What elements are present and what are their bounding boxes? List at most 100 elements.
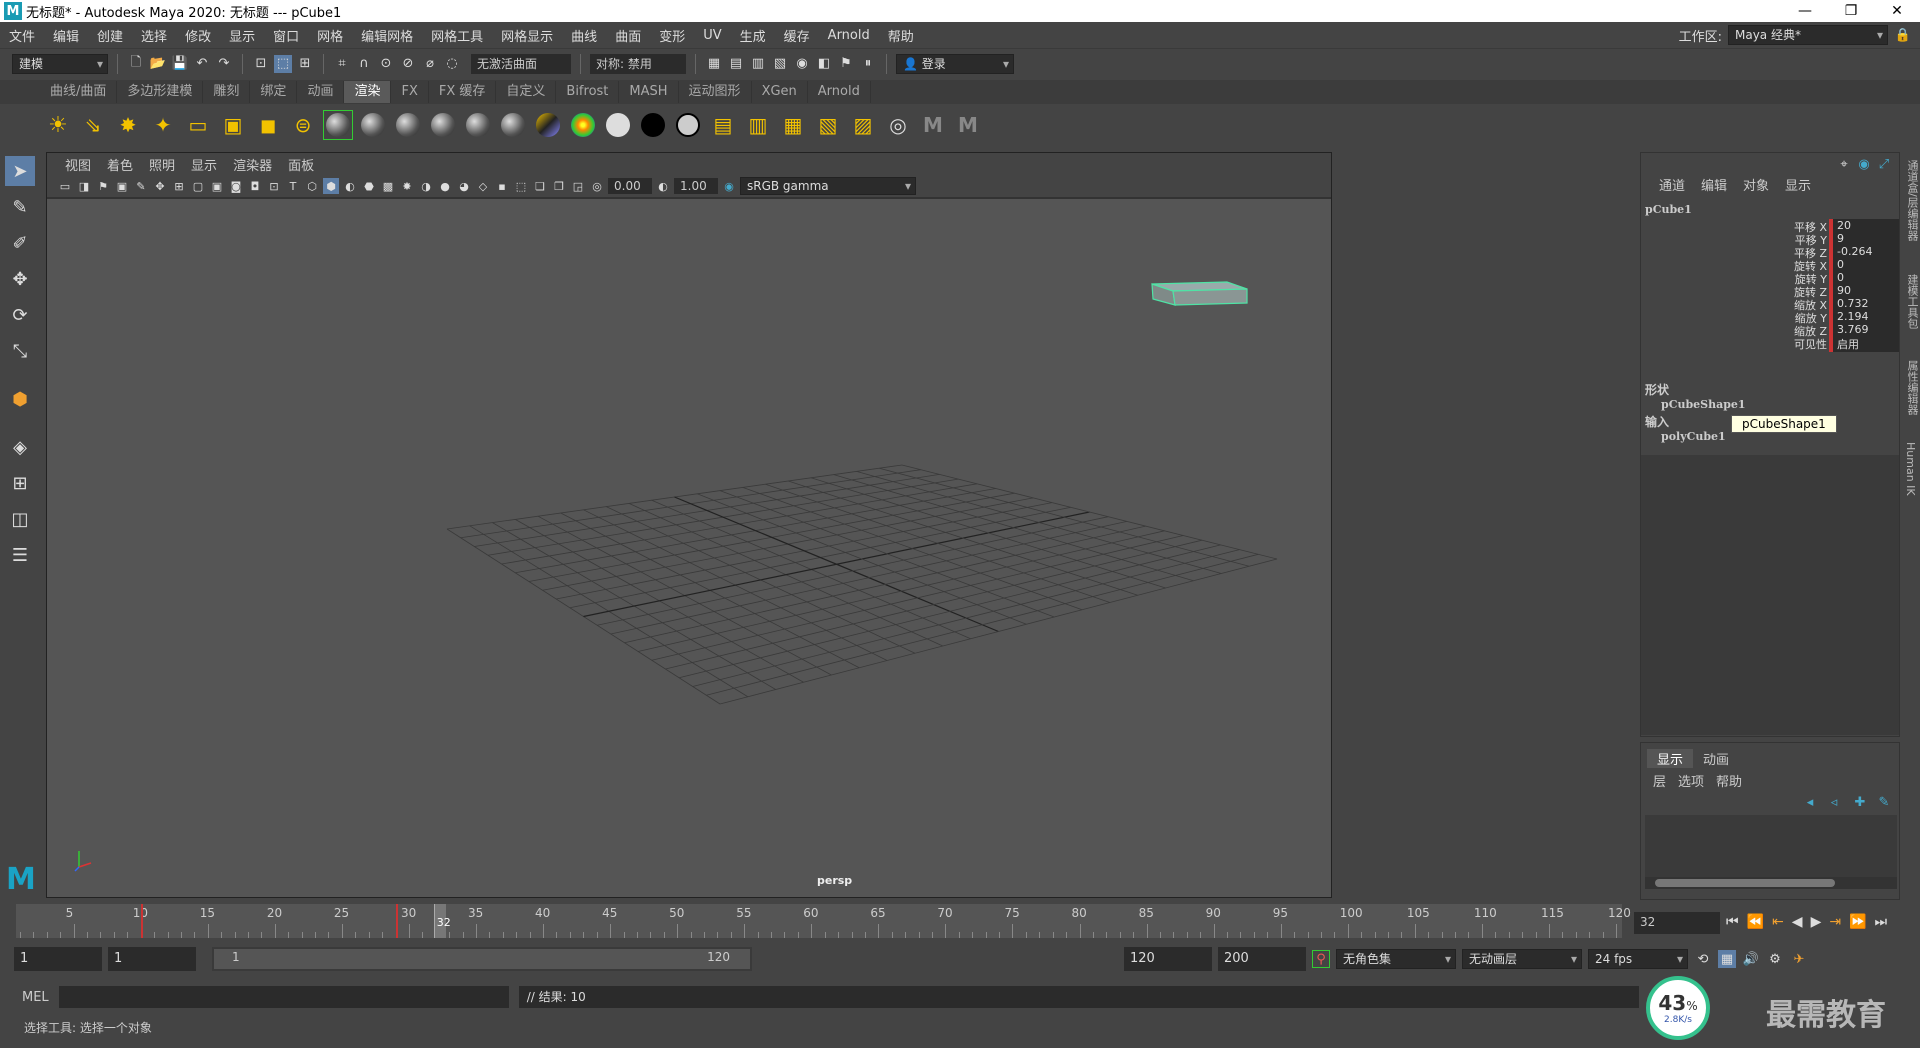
default-material-icon[interactable]: ◐ bbox=[342, 178, 358, 194]
lasso-tool-icon[interactable]: ✎ bbox=[5, 192, 35, 222]
phong-sphere-icon[interactable] bbox=[394, 111, 422, 139]
attribute-row[interactable]: 可见性 启用 bbox=[1641, 336, 1899, 352]
anisotropic-sphere-icon[interactable] bbox=[464, 111, 492, 139]
wireframe-icon[interactable]: ⬡ bbox=[304, 178, 320, 194]
lambert-sphere-icon[interactable] bbox=[359, 111, 387, 139]
shelf-tab-animation[interactable]: 动画 bbox=[297, 81, 345, 103]
cb-menu-channels[interactable]: 通道 bbox=[1651, 175, 1693, 194]
shape-node[interactable]: pCubeShape1 bbox=[1661, 398, 1746, 411]
select-object-icon[interactable]: ⬚ bbox=[274, 54, 292, 73]
vp-menu-lighting[interactable]: 照明 bbox=[141, 155, 183, 174]
menu-arnold[interactable]: Arnold bbox=[819, 28, 879, 43]
gray-sphere-icon[interactable] bbox=[674, 111, 702, 139]
shelf-tab-fx[interactable]: FX bbox=[391, 81, 429, 103]
menu-curves[interactable]: 曲线 bbox=[562, 26, 606, 45]
camera-icon[interactable]: ◼ bbox=[254, 111, 282, 139]
wireframe-on-shaded-icon[interactable]: ⬣ bbox=[361, 178, 377, 194]
menu-cache[interactable]: 缓存 bbox=[775, 26, 819, 45]
anim-prefs-icon[interactable]: ⚙ bbox=[1766, 950, 1784, 968]
black-sphere-icon[interactable] bbox=[639, 111, 667, 139]
layer-tab-anim[interactable]: 动画 bbox=[1693, 749, 1739, 768]
safe-title-icon[interactable]: T bbox=[285, 178, 301, 194]
attribute-value-field[interactable]: 0 bbox=[1829, 258, 1899, 271]
lights-icon[interactable]: ✸ bbox=[399, 178, 415, 194]
spot-light-icon[interactable]: ✦ bbox=[149, 111, 177, 139]
playhead[interactable]: 32 bbox=[433, 904, 451, 938]
target-icon[interactable]: ◎ bbox=[884, 111, 912, 139]
character-set-dropdown[interactable]: 无角色集 bbox=[1336, 949, 1456, 969]
smooth-shade-icon[interactable]: ⬢ bbox=[323, 178, 339, 194]
layer-scrollbar[interactable] bbox=[1645, 877, 1897, 889]
attribute-value-field[interactable]: -0.264 bbox=[1829, 245, 1899, 258]
batch-render-icon[interactable]: ▥ bbox=[744, 111, 772, 139]
snap-curve-icon[interactable]: ∩ bbox=[355, 55, 373, 73]
select-component-icon[interactable]: ⊞ bbox=[296, 55, 314, 73]
volume-light-icon[interactable]: ▣ bbox=[219, 111, 247, 139]
pause-icon[interactable]: ⏸ bbox=[859, 55, 877, 73]
snap-view-icon[interactable]: ⊘ bbox=[399, 55, 417, 73]
live-surface-field[interactable]: 无激活曲面 bbox=[471, 53, 571, 74]
playback-start-field[interactable]: 1 bbox=[108, 947, 196, 971]
two-pane-icon[interactable]: ◫ bbox=[5, 504, 35, 534]
time-slider[interactable]: 5101520253035404550556065707580859095100… bbox=[16, 904, 1631, 938]
menu-edit[interactable]: 编辑 bbox=[44, 26, 88, 45]
menu-file[interactable]: 文件 bbox=[0, 26, 44, 45]
save-scene-icon[interactable]: 💾 bbox=[171, 55, 189, 73]
workspace-dropdown[interactable]: Maya 经典* bbox=[1728, 25, 1888, 45]
rotate-tool-icon[interactable]: ⟳ bbox=[5, 300, 35, 330]
grid-toggle-icon[interactable]: ⊞ bbox=[171, 178, 187, 194]
vp-menu-renderer[interactable]: 渲染器 bbox=[225, 155, 280, 174]
vp-menu-shading[interactable]: 着色 bbox=[99, 155, 141, 174]
vtab-modeling-toolkit[interactable]: 建模工具包 bbox=[1904, 274, 1920, 329]
bookmark-icon[interactable]: ⚑ bbox=[95, 178, 111, 194]
mel-command-input[interactable] bbox=[58, 986, 509, 1008]
menu-set-dropdown[interactable]: 建模 bbox=[12, 53, 108, 74]
field-chart-icon[interactable]: ◘ bbox=[247, 178, 263, 194]
open-scene-icon[interactable]: 📂 bbox=[149, 55, 167, 73]
point-light-icon[interactable]: ✸ bbox=[114, 111, 142, 139]
shelf-tab-mash[interactable]: MASH bbox=[619, 81, 679, 103]
attribute-value-field[interactable]: 90 bbox=[1829, 284, 1899, 297]
blinn-sphere-icon[interactable] bbox=[323, 110, 353, 140]
menu-help[interactable]: 帮助 bbox=[879, 26, 923, 45]
input-node[interactable]: polyCube1 bbox=[1661, 430, 1726, 443]
render-setup-icon[interactable]: ◧ bbox=[815, 55, 833, 73]
outliner-icon[interactable]: ☰ bbox=[5, 540, 35, 570]
render-view-icon[interactable]: ▦ bbox=[705, 55, 723, 73]
perspective-viewport[interactable]: persp bbox=[47, 199, 1331, 897]
menu-display[interactable]: 显示 bbox=[220, 26, 264, 45]
move-tool-icon[interactable]: ✥ bbox=[5, 264, 35, 294]
render-region-icon[interactable]: ▧ bbox=[814, 111, 842, 139]
cb-menu-show[interactable]: 显示 bbox=[1777, 175, 1819, 194]
exposure-field[interactable]: 0.00 bbox=[608, 178, 652, 194]
render-pass-icon[interactable]: ▨ bbox=[849, 111, 877, 139]
menu-mesh[interactable]: 网格 bbox=[308, 26, 352, 45]
gamma-field[interactable]: 1.00 bbox=[674, 178, 718, 194]
new-layer-selected-icon[interactable]: ✎ bbox=[1875, 793, 1893, 811]
go-to-start-icon[interactable]: ⏮ bbox=[1726, 914, 1739, 930]
shelf-tab-xgen[interactable]: XGen bbox=[752, 81, 808, 103]
scene-end-field[interactable]: 200 bbox=[1218, 947, 1306, 971]
snap-surface-icon[interactable]: ⌀ bbox=[421, 55, 439, 73]
render-layer-icon[interactable]: ⊜ bbox=[289, 111, 317, 139]
fps-dropdown[interactable]: 24 fps bbox=[1588, 949, 1688, 969]
film-gate-icon[interactable]: ▢ bbox=[190, 178, 206, 194]
layer-menu-help[interactable]: 帮助 bbox=[1710, 771, 1748, 790]
range-slider[interactable]: 1 120 bbox=[212, 947, 752, 971]
move-layer-down-icon[interactable]: ◃ bbox=[1825, 793, 1843, 811]
scene-start-field[interactable]: 1 bbox=[14, 947, 102, 971]
camera-select-icon[interactable]: ▭ bbox=[57, 178, 73, 194]
area-light-icon[interactable]: ▭ bbox=[184, 111, 212, 139]
new-layer-icon[interactable]: ✚ bbox=[1851, 793, 1869, 811]
xray-joints-icon[interactable]: ❐ bbox=[551, 178, 567, 194]
safe-action-icon[interactable]: ⊡ bbox=[266, 178, 282, 194]
exposure-icon[interactable]: ◎ bbox=[589, 178, 605, 194]
minimize-button[interactable]: — bbox=[1782, 0, 1828, 22]
cache-playback-icon[interactable]: ▦ bbox=[1718, 950, 1736, 968]
phonge-sphere-icon[interactable] bbox=[429, 111, 457, 139]
redo-icon[interactable]: ↷ bbox=[215, 55, 233, 73]
keyframe-marker[interactable] bbox=[140, 904, 143, 938]
camera-attr-icon[interactable]: ◨ bbox=[76, 178, 92, 194]
gamma-icon[interactable]: ◐ bbox=[655, 178, 671, 194]
snap-point-icon[interactable]: ⊙ bbox=[377, 55, 395, 73]
